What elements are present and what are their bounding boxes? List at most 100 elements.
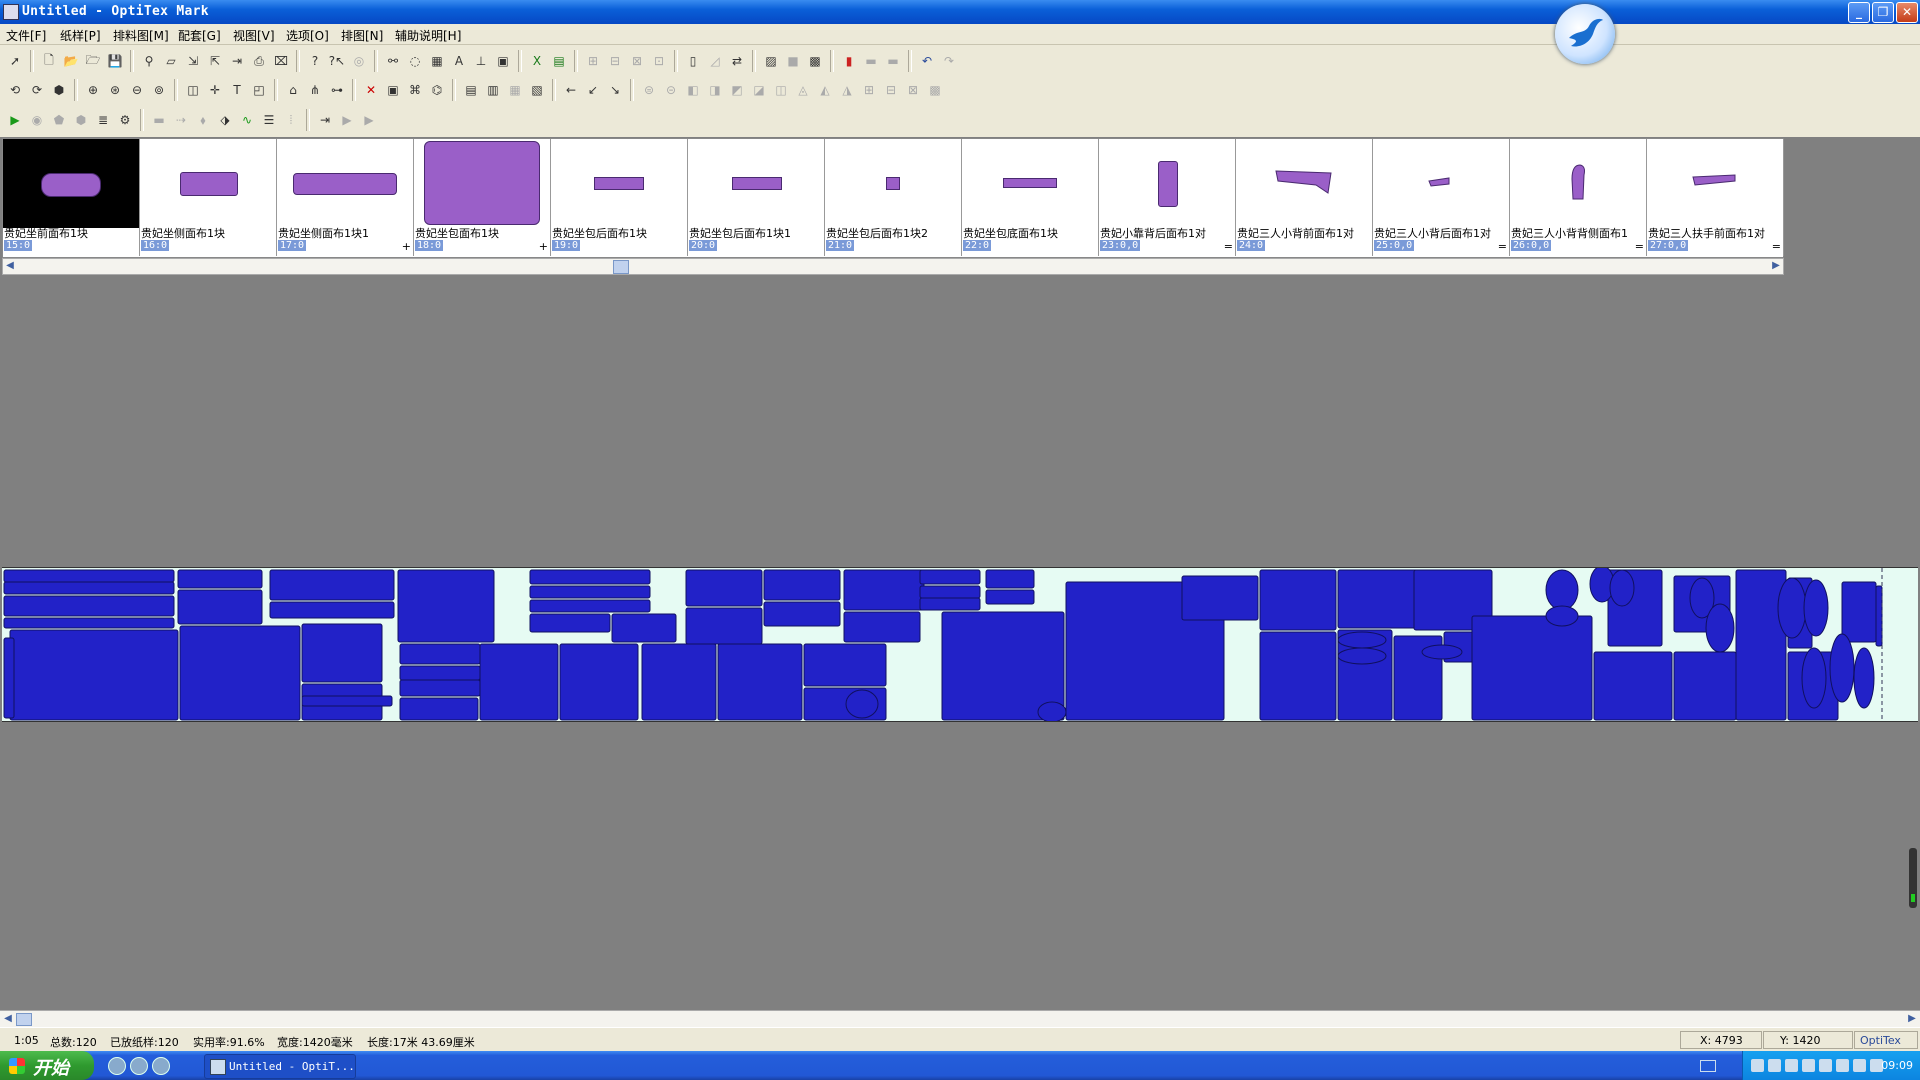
tray-6-icon[interactable] <box>1836 1059 1849 1072</box>
help-icon[interactable]: ? <box>305 51 325 71</box>
rotate-right-icon[interactable]: ⟳ <box>27 80 47 100</box>
tool-7-icon[interactable]: ◩ <box>727 80 747 100</box>
align-3-icon[interactable]: ⊠ <box>627 51 647 71</box>
marker-piece[interactable] <box>763 601 841 627</box>
title-bar[interactable]: Untitled - OptiTex Mark _ ❐ ✕ <box>0 0 1920 24</box>
piece-item[interactable]: 贵妃坐前面布1块 15:0 <box>3 139 140 256</box>
tray-4-icon[interactable] <box>1802 1059 1815 1072</box>
marker-piece[interactable] <box>1801 647 1827 709</box>
marker-piece[interactable] <box>1471 615 1593 721</box>
scroll-left-icon[interactable]: ◀ <box>0 1011 16 1027</box>
desktop-icon[interactable] <box>130 1057 148 1075</box>
marker-piece[interactable] <box>611 613 677 643</box>
tray-5-icon[interactable] <box>1819 1059 1832 1072</box>
layer-1-icon[interactable]: ▬ <box>861 51 881 71</box>
tool-25-icon[interactable]: ▶ <box>359 110 379 130</box>
chart-icon[interactable]: ◿ <box>705 51 725 71</box>
tool-1-icon[interactable]: ↙ <box>583 80 603 100</box>
tool-10-icon[interactable]: ◬ <box>793 80 813 100</box>
marker-piece[interactable] <box>1037 701 1067 721</box>
marker-piece[interactable] <box>985 589 1035 605</box>
block-icon[interactable]: ■ <box>783 51 803 71</box>
tray-7-icon[interactable] <box>1853 1059 1866 1072</box>
media-icon[interactable] <box>152 1057 170 1075</box>
tray-2-icon[interactable] <box>1768 1059 1781 1072</box>
lasso-icon[interactable]: ◌ <box>405 51 425 71</box>
marker-piece[interactable] <box>529 613 611 633</box>
ruler-icon[interactable]: ▱ <box>161 51 181 71</box>
tool-5-icon[interactable]: ◧ <box>683 80 703 100</box>
import-icon[interactable]: ⇲ <box>183 51 203 71</box>
piece-item[interactable]: 贵妃小靠背后面布1对 23:0,0 = <box>1099 139 1236 256</box>
tool-19-icon[interactable]: ⬧ <box>193 110 213 130</box>
marker-piece[interactable] <box>919 585 981 599</box>
marker-piece[interactable] <box>919 569 981 585</box>
tool-21-icon[interactable]: ∿ <box>237 110 257 130</box>
scroll-right-icon[interactable]: ▶ <box>1904 1011 1920 1027</box>
marker-piece[interactable] <box>845 689 879 719</box>
frame-icon[interactable]: ▣ <box>383 80 403 100</box>
marker-piece[interactable] <box>301 623 383 683</box>
marker-piece[interactable] <box>1777 577 1807 639</box>
marker-piece[interactable] <box>1705 603 1735 653</box>
piece-strip-scrollbar[interactable]: ◀ ▶ <box>2 258 1784 275</box>
align-1-icon[interactable]: ⊞ <box>583 51 603 71</box>
start-button[interactable]: 开始 <box>0 1051 94 1080</box>
piece-item[interactable]: 贵妃坐包面布1块 18:0 + <box>414 139 551 256</box>
marker-piece[interactable] <box>1259 569 1337 631</box>
marker-piece[interactable] <box>1673 651 1737 721</box>
ie-icon[interactable] <box>108 1057 126 1075</box>
piece-item[interactable]: 贵妃坐包后面布1块2 21:0 <box>825 139 962 256</box>
marker-piece[interactable] <box>559 643 639 721</box>
marker-piece[interactable] <box>1337 631 1387 649</box>
piece-item[interactable]: 贵妃三人小背前面布1对 24:0 <box>1236 139 1373 256</box>
keyboard-icon[interactable] <box>1700 1060 1716 1072</box>
piece-item[interactable]: 贵妃三人小背背侧面布1 26:0,0 = <box>1510 139 1647 256</box>
marker-piece[interactable] <box>529 599 651 613</box>
folder-link-icon[interactable]: ⇄ <box>727 51 747 71</box>
text-icon[interactable]: A <box>449 51 469 71</box>
marker-piece[interactable] <box>399 697 479 721</box>
marker-piece[interactable] <box>399 643 481 665</box>
marker-area[interactable] <box>2 567 1918 722</box>
hatch-icon[interactable]: ▨ <box>761 51 781 71</box>
move-left-icon[interactable]: ← <box>561 80 581 100</box>
marker-piece[interactable] <box>399 679 481 697</box>
piece-item[interactable]: 贵妃坐侧面布1块1 17:0 + <box>277 139 414 256</box>
marker-piece[interactable] <box>685 569 763 607</box>
shape-1-icon[interactable]: ⬟ <box>49 110 69 130</box>
menu-help[interactable]: 辅助说明[H] <box>395 27 461 44</box>
tool-15-icon[interactable]: ⊠ <box>903 80 923 100</box>
tool-9-icon[interactable]: ◫ <box>771 80 791 100</box>
tool-11-icon[interactable]: ◭ <box>815 80 835 100</box>
marker-piece[interactable] <box>1875 585 1883 647</box>
open-folder-icon[interactable]: 📂 <box>61 51 81 71</box>
marker-piece[interactable] <box>177 589 263 625</box>
marker-piece[interactable] <box>177 569 263 589</box>
zoom-select-icon[interactable]: ⚯ <box>383 51 403 71</box>
marker-piece[interactable] <box>1841 581 1877 643</box>
disc-icon[interactable]: ◎ <box>349 51 369 71</box>
minimize-button[interactable]: _ <box>1848 2 1870 23</box>
marker-piece[interactable] <box>179 625 301 721</box>
piece-table-3-icon[interactable]: ▦ <box>505 80 525 100</box>
set-icon[interactable]: ⌂ <box>283 80 303 100</box>
piece-item[interactable]: 贵妃三人小背后面布1对 25:0,0 = <box>1373 139 1510 256</box>
list-icon[interactable]: ≣ <box>93 110 113 130</box>
marker-piece[interactable] <box>3 637 15 719</box>
marker-piece[interactable] <box>985 569 1035 589</box>
auto-nest-icon[interactable]: ⌘ <box>405 80 425 100</box>
undo-icon[interactable]: ↶ <box>917 51 937 71</box>
tray-1-icon[interactable] <box>1751 1059 1764 1072</box>
label-icon[interactable]: T <box>227 80 247 100</box>
arrange-icon[interactable]: ◰ <box>249 80 269 100</box>
menu-set[interactable]: 配套[G] <box>178 27 221 44</box>
table-icon[interactable]: ▦ <box>427 51 447 71</box>
tool-18-icon[interactable]: ⇢ <box>171 110 191 130</box>
center-icon[interactable]: ✛ <box>205 80 225 100</box>
play-icon[interactable]: ▶ <box>5 110 25 130</box>
plot-icon[interactable]: ⌧ <box>271 51 291 71</box>
piece-item[interactable]: 贵妃坐包后面布1块 19:0 <box>551 139 688 256</box>
layer-2-icon[interactable]: ▬ <box>883 51 903 71</box>
print-icon[interactable]: ⎙ <box>249 51 269 71</box>
